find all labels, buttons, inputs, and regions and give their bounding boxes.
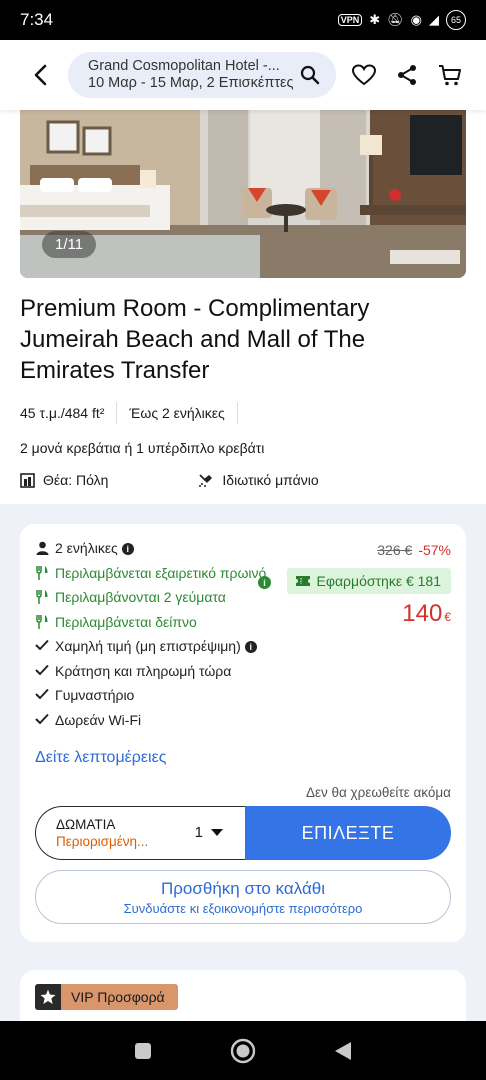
final-price: 140 € xyxy=(287,600,451,628)
wifi-icon: ◉ xyxy=(410,12,422,27)
status-time: 7:34 xyxy=(20,10,54,29)
cart-icon[interactable] xyxy=(438,63,462,87)
search-icon[interactable] xyxy=(300,65,320,85)
add-to-cart-sublabel: Συνδυάστε κι εξοικονομήστε περισσότερο xyxy=(123,901,363,916)
discount-percent: -57% xyxy=(418,542,451,558)
status-icons: VPN ✱ 🔕︎ ◉ ◢ 65 xyxy=(337,10,466,30)
back-button[interactable] xyxy=(16,50,66,100)
search-summary[interactable]: Grand Cosmopolitan Hotel -... 10 Μαρ - 1… xyxy=(68,52,336,98)
search-hotel-name: Grand Cosmopolitan Hotel -... xyxy=(88,58,280,74)
check-icon xyxy=(35,639,49,651)
photo-counter: 1/11 xyxy=(42,231,97,258)
rate-offer-card: 2 ενήλικες i Περιλαμβάνεται εξαιρετικό πρ… xyxy=(20,524,466,942)
ticket-icon xyxy=(295,576,310,586)
coupon-applied-badge: Εφαρμόστηκε € 181 xyxy=(286,568,451,594)
coupon-text: Εφαρμόστηκε € 181 xyxy=(316,573,441,589)
see-details-link[interactable]: Δείτε λεπτομέρειες xyxy=(35,749,166,767)
feature-dinner: Περιλαμβάνεται δείπνο xyxy=(35,614,275,631)
room-facts: 45 τ.μ./484 ft² Έως 2 ενήλικες xyxy=(20,402,466,424)
offer-features: 2 ενήλικες i Περιλαμβάνεται εξαιρετικό πρ… xyxy=(35,540,275,729)
room-quantity-select[interactable]: ΔΩΜΑΤΙΑ Περιορισμένη... 1 xyxy=(35,806,245,860)
select-room-button[interactable]: ΕΠΙΛΕΞΤΕ xyxy=(245,806,451,860)
room-amenities: Θέα: Πόλη Ιδιωτικό μπάνιο xyxy=(20,472,466,488)
original-price: 326 € xyxy=(377,542,413,558)
battery-icon: 65 xyxy=(446,10,466,30)
limited-availability: Περιορισμένη... xyxy=(56,834,149,849)
booking-row: ΔΩΜΑΤΙΑ Περιορισμένη... 1 ΕΠΙΛΕΞΤΕ xyxy=(35,806,451,860)
cutlery-icon xyxy=(36,590,48,604)
info-icon[interactable]: i xyxy=(121,543,134,556)
home-circle-icon[interactable] xyxy=(230,1038,256,1064)
system-nav-bar xyxy=(0,1021,486,1080)
mute-icon: 🔕︎ xyxy=(387,12,404,27)
amenity-view: Θέα: Πόλη xyxy=(20,472,108,488)
feature-text: Χαμηλή τιμή (μη επιστρέψιμη) xyxy=(55,638,241,654)
person-icon xyxy=(36,541,48,555)
back-triangle-icon[interactable] xyxy=(334,1041,352,1061)
divider xyxy=(116,402,118,424)
vip-offer-label: VIP Προσφορά xyxy=(71,989,165,1005)
info-icon[interactable]: i xyxy=(258,576,271,589)
feature-breakfast: Περιλαμβάνεται εξαιρετικό πρωινό xyxy=(35,565,275,582)
feature-text: Κράτηση και πληρωμή τώρα xyxy=(55,662,232,679)
check-icon xyxy=(35,688,49,700)
guests-label: 2 ενήλικες xyxy=(55,540,118,556)
status-bar: 7:34 VPN ✱ 🔕︎ ◉ ◢ 65 xyxy=(0,0,486,40)
star-icon xyxy=(40,989,56,1004)
feature-text: Δωρεάν Wi-Fi xyxy=(55,711,142,728)
signal-icon: ◢ xyxy=(429,12,439,27)
room-photo[interactable]: 1/11 xyxy=(20,110,466,278)
add-to-cart-button[interactable]: Προσθήκη στο καλάθι Συνδυάστε κι εξοικον… xyxy=(35,870,451,924)
room-capacity: Έως 2 ενήλικες xyxy=(129,405,225,421)
cutlery-icon xyxy=(36,614,48,629)
feature-text: Περιλαμβάνεται δείπνο xyxy=(55,613,197,630)
bathroom-label: Ιδιωτικό μπάνιο xyxy=(222,472,319,488)
search-dates-guests: 10 Μαρ - 15 Μαρ, 2 Επισκέπτες xyxy=(88,75,294,91)
vpn-icon: VPN xyxy=(337,14,363,26)
room-beds: 2 μονά κρεβάτια ή 1 υπέρδιπλο κρεβάτι xyxy=(20,440,265,456)
room-header: 1/11 Premium Room - Complimentary Jumeir… xyxy=(0,110,486,504)
recents-square-icon[interactable] xyxy=(134,1042,152,1060)
city-view-icon xyxy=(20,472,35,488)
feature-low-price: Χαμηλή τιμή (μη επιστρέψιμη) i xyxy=(35,638,275,655)
bluetooth-icon: ✱ xyxy=(369,12,381,27)
feature-text: Περιλαμβάνονται 2 γεύματα xyxy=(55,589,226,605)
feature-pay-now: Κράτηση και πληρωμή τώρα xyxy=(35,663,275,680)
room-quantity-value: 1 xyxy=(194,824,203,841)
vip-offer-card: VIP Προσφορά xyxy=(20,970,466,1021)
info-icon[interactable]: i xyxy=(244,641,257,654)
add-to-cart-label: Προσθήκη στο καλάθι xyxy=(160,879,326,898)
dropdown-arrow-icon xyxy=(211,828,223,836)
price-block: 326 € -57% Εφαρμόστηκε € 181 140 € xyxy=(286,542,451,628)
amenity-bathroom: Ιδιωτικό μπάνιο xyxy=(198,472,319,488)
share-icon[interactable] xyxy=(396,64,418,86)
vip-offer-badge: VIP Προσφορά xyxy=(35,984,178,1010)
cutlery-icon xyxy=(36,565,48,580)
feature-text: Περιλαμβάνεται εξαιρετικό πρωινό xyxy=(55,564,267,581)
room-size: 45 τ.μ./484 ft² xyxy=(20,405,105,421)
price-value: 140 xyxy=(402,600,443,627)
back-arrow-icon xyxy=(34,64,47,86)
feature-gym: Γυμναστήριο xyxy=(35,687,275,704)
feature-two-meals: Περιλαμβάνονται 2 γεύματα xyxy=(35,589,275,606)
shower-icon xyxy=(199,473,213,487)
feature-text: Γυμναστήριο xyxy=(55,687,135,703)
divider xyxy=(236,402,238,424)
page-content[interactable]: 1/11 Premium Room - Complimentary Jumeir… xyxy=(0,110,486,1021)
feature-wifi: Δωρεάν Wi-Fi xyxy=(35,712,275,729)
app-bar: Grand Cosmopolitan Hotel -... 10 Μαρ - 1… xyxy=(0,40,486,110)
room-title: Premium Room - Complimentary Jumeirah Be… xyxy=(20,295,370,384)
view-label: Θέα: Πόλη xyxy=(43,472,109,488)
not-charged-note: Δεν θα χρεωθείτε ακόμα xyxy=(305,785,451,800)
room-select-label: ΔΩΜΑΤΙΑ xyxy=(56,817,116,832)
price-currency: € xyxy=(444,610,451,624)
check-icon xyxy=(35,713,49,724)
guests-row: 2 ενήλικες i xyxy=(35,540,275,557)
check-icon xyxy=(35,664,49,675)
favorite-heart-icon[interactable] xyxy=(352,64,376,86)
